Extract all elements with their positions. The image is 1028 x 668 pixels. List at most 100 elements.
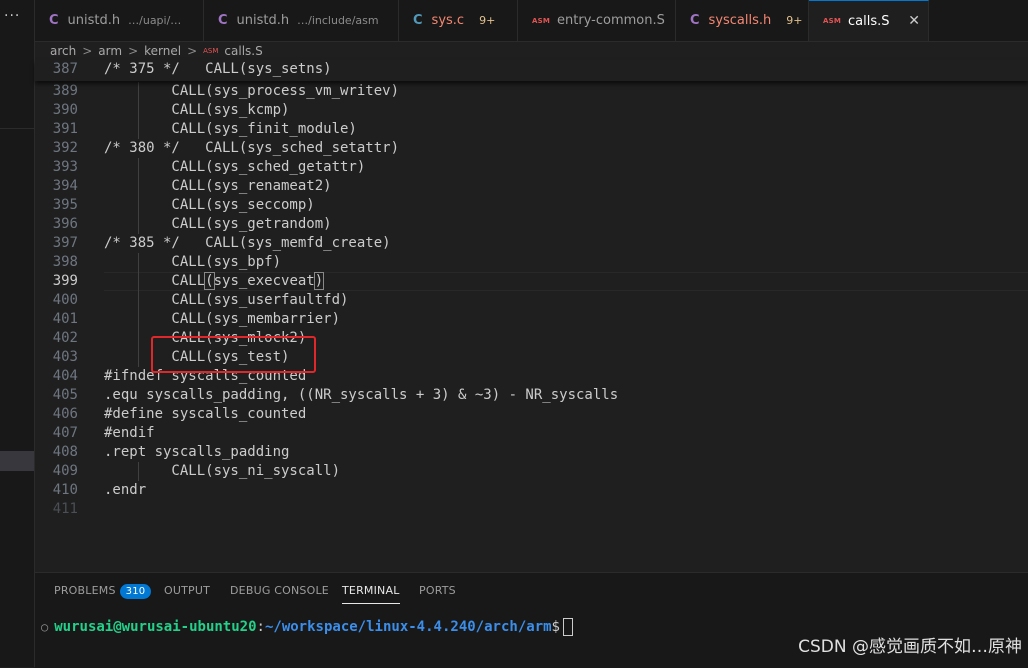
line-number: 394: [52, 178, 78, 194]
line-number: 392: [52, 140, 78, 156]
code-text: CALL(sys_process_vm_writev): [104, 83, 400, 99]
line-number: 401: [52, 311, 78, 327]
tab-entry-common[interactable]: ASM entry-common.S: [518, 0, 676, 41]
line-number: 391: [52, 121, 78, 137]
terminal-output[interactable]: ○ wurusai@wurusai-ubuntu20:~/workspace/li…: [41, 618, 573, 636]
code-text: CALL(sys_sched_getattr): [104, 159, 366, 175]
c-file-icon: C: [49, 13, 59, 28]
line-number: 400: [52, 292, 78, 308]
code-text: .endr: [104, 482, 147, 498]
line-number: 408: [52, 444, 78, 460]
code-line[interactable]: 396 CALL(sys_getrandom): [35, 215, 1028, 234]
code-editor[interactable]: 387 /* 375 */ CALL(sys_setns) 389 CALL(s…: [35, 60, 1028, 572]
line-number: 395: [52, 197, 78, 213]
terminal-path: ~/workspace/linux-4.4.240/arch/arm: [264, 619, 552, 635]
code-text: /* 380 */ CALL(sys_sched_setattr): [104, 140, 400, 156]
panel-tab-terminal[interactable]: TERMINAL: [342, 584, 400, 604]
code-line[interactable]: 407 #endif: [35, 424, 1028, 443]
code-text: CALL(sys_execveat): [104, 272, 325, 291]
breadcrumb-item-file[interactable]: calls.S: [224, 44, 262, 58]
tab-label: syscalls.h: [708, 13, 772, 28]
line-number: 403: [52, 349, 78, 365]
close-icon[interactable]: ✕: [908, 13, 920, 29]
panel-tab-output[interactable]: OUTPUT: [164, 584, 210, 597]
code-text: CALL(sys_renameat2): [104, 178, 332, 194]
code-text: #define syscalls_counted: [104, 406, 307, 422]
code-text: CALL(sys_userfaultfd): [104, 292, 349, 308]
code-line[interactable]: 397 /* 385 */ CALL(sys_memfd_create): [35, 234, 1028, 253]
tab-syscalls-h[interactable]: C syscalls.h 9+: [676, 0, 809, 41]
annotation-highlight-box: [151, 336, 316, 373]
code-line-current[interactable]: 399 CALL(sys_execveat): [35, 272, 1028, 291]
chevron-right-icon: >: [187, 44, 198, 58]
code-line[interactable]: 392 /* 380 */ CALL(sys_sched_setattr): [35, 139, 1028, 158]
terminal-cursor: [562, 618, 573, 636]
line-number: 409: [52, 463, 78, 479]
c-file-icon: C: [413, 13, 423, 28]
tab-label: sys.c: [431, 13, 465, 28]
tab-unistd-uapi[interactable]: C unistd.h …/uapi/…: [35, 0, 204, 41]
code-line[interactable]: 389 CALL(sys_process_vm_writev): [35, 82, 1028, 101]
code-line[interactable]: 398 CALL(sys_bpf): [35, 253, 1028, 272]
tab-sys-c[interactable]: C sys.c 9+: [399, 0, 518, 41]
panel-tab-problems[interactable]: PROBLEMS 310: [54, 584, 152, 599]
code-line[interactable]: 395 CALL(sys_seccomp): [35, 196, 1028, 215]
terminal-separator: :: [256, 619, 265, 635]
code-line[interactable]: 410 .endr: [35, 481, 1028, 500]
c-file-icon: C: [690, 13, 700, 28]
line-number: 406: [52, 406, 78, 422]
code-line[interactable]: 391 CALL(sys_finit_module): [35, 120, 1028, 139]
code-line[interactable]: 409 CALL(sys_ni_syscall): [35, 462, 1028, 481]
code-line[interactable]: 394 CALL(sys_renameat2): [35, 177, 1028, 196]
code-line[interactable]: 411: [35, 500, 1028, 519]
sticky-scroll-line[interactable]: 387 /* 375 */ CALL(sys_setns): [35, 60, 1028, 81]
breadcrumb-item-kernel[interactable]: kernel: [144, 44, 181, 58]
code-text: /* 385 */ CALL(sys_memfd_create): [104, 235, 391, 251]
code-text: CALL(sys_finit_module): [104, 121, 357, 137]
explorer-selected-item[interactable]: [0, 451, 34, 471]
c-file-icon: C: [218, 13, 228, 28]
code-line[interactable]: 390 CALL(sys_kcmp): [35, 101, 1028, 120]
code-line[interactable]: 393 CALL(sys_sched_getattr): [35, 158, 1028, 177]
line-number: 399: [52, 273, 78, 289]
breadcrumb-item-arm[interactable]: arm: [98, 44, 122, 58]
breadcrumb: arch > arm > kernel > ASM calls.S: [50, 42, 263, 60]
code-text: CALL(sys_ni_syscall): [104, 463, 341, 479]
tab-description: …/uapi/…: [128, 14, 182, 27]
tab-unistd-include-asm[interactable]: C unistd.h …/include/asm: [204, 0, 399, 41]
tab-label: calls.S: [848, 13, 890, 29]
code-line[interactable]: 401 CALL(sys_membarrier): [35, 310, 1028, 329]
line-number: 393: [52, 159, 78, 175]
code-line[interactable]: 406 #define syscalls_counted: [35, 405, 1028, 424]
code-text: CALL(sys_bpf): [104, 254, 282, 270]
code-line[interactable]: 408 .rept syscalls_padding: [35, 443, 1028, 462]
asm-file-icon: ASM: [203, 47, 219, 55]
code-text: CALL(sys_kcmp): [104, 102, 290, 118]
line-number: 396: [52, 216, 78, 232]
line-number: 398: [52, 254, 78, 270]
terminal-prompt: $: [551, 619, 560, 635]
terminal-user-host: wurusai@wurusai-ubuntu20: [54, 619, 257, 635]
code-text: #endif: [104, 425, 155, 441]
code-line[interactable]: 400 CALL(sys_userfaultfd): [35, 291, 1028, 310]
tab-label: entry-common.S: [557, 13, 665, 28]
code-text: .equ syscalls_padding, ((NR_syscalls + 3…: [104, 387, 619, 403]
breadcrumb-item-arch[interactable]: arch: [50, 44, 76, 58]
problems-badge: 9+: [479, 14, 496, 27]
chevron-right-icon: >: [128, 44, 139, 58]
matched-bracket-open: (: [204, 272, 215, 290]
more-actions-icon[interactable]: ···: [4, 8, 20, 24]
watermark-text: CSDN @感觉画质不如…原神: [798, 637, 1022, 657]
panel-tab-debug-console[interactable]: DEBUG CONSOLE: [230, 584, 329, 597]
code-line[interactable]: 405 .equ syscalls_padding, ((NR_syscalls …: [35, 386, 1028, 405]
line-number: 390: [52, 102, 78, 118]
line-number: 411: [52, 501, 78, 517]
code-token: CALL: [104, 273, 206, 289]
sidebar-divider: [0, 128, 34, 129]
code-text: CALL(sys_seccomp): [104, 197, 315, 213]
panel-tab-ports[interactable]: PORTS: [419, 584, 456, 597]
chevron-right-icon: >: [82, 44, 93, 58]
problems-count-badge: 310: [119, 584, 152, 599]
tab-calls-s[interactable]: ASM calls.S ✕: [809, 0, 929, 41]
problems-badge: 9+: [786, 14, 803, 27]
